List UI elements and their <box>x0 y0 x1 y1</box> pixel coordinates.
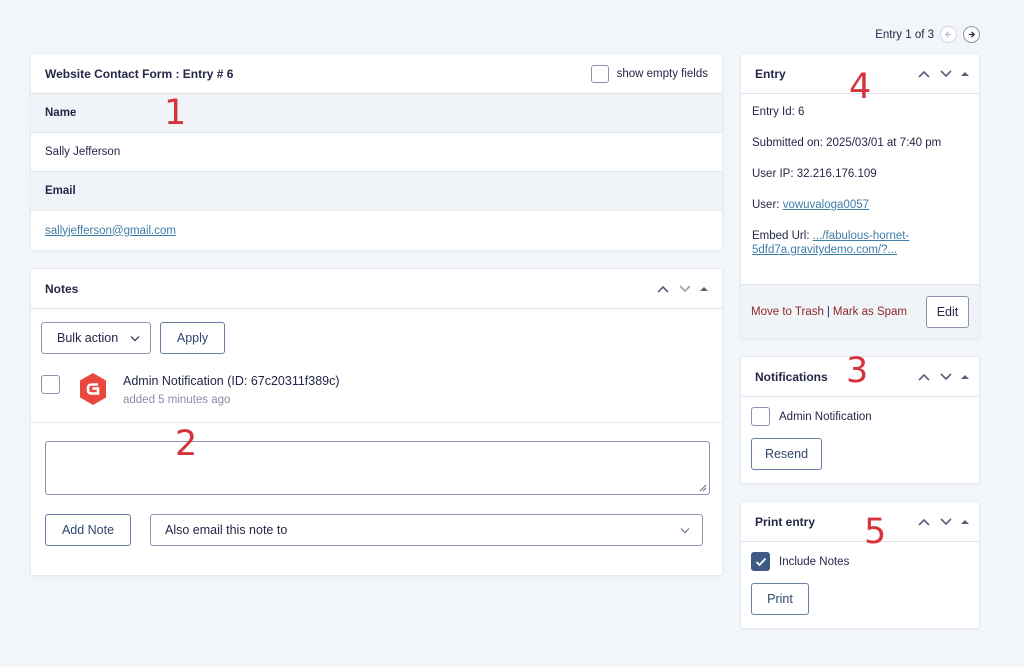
gravity-forms-logo-icon <box>80 373 106 405</box>
user-ip: User IP: 32.216.176.109 <box>752 168 877 180</box>
embed-url-link-part-2[interactable]: 5dfd7a.gravitydemo.com/?... <box>752 244 897 256</box>
email-link[interactable]: sallyjefferson@gmail.com <box>45 225 176 237</box>
apply-button[interactable]: Apply <box>160 322 225 354</box>
caret-up-icon[interactable] <box>961 373 969 381</box>
bulk-action-label: Bulk action <box>57 331 119 345</box>
chevron-down-icon <box>680 527 690 533</box>
annotation-5: 5 <box>864 512 887 552</box>
entry-meta-body: Entry Id: 6 Submitted on: 2025/03/01 at … <box>741 94 979 257</box>
include-notes-label: Include Notes <box>779 555 850 568</box>
embed-url-label: Embed Url: <box>752 230 810 242</box>
pager-text: Entry 1 of 3 <box>875 28 934 41</box>
entry-meta-controls <box>917 69 969 79</box>
entry-meta-title: Entry <box>755 66 786 81</box>
print-entry-header: Print entry <box>741 502 979 542</box>
entry-pager: Entry 1 of 3 <box>875 26 980 43</box>
note-item: Admin Notification (ID: 67c20311f389c) a… <box>41 372 340 406</box>
field-label-email: Email <box>31 172 722 211</box>
resend-button[interactable]: Resend <box>751 438 822 470</box>
admin-notification-option[interactable]: Admin Notification <box>741 407 979 426</box>
notifications-title: Notifications <box>755 369 828 384</box>
chevron-up-icon[interactable] <box>656 284 670 294</box>
entry-detail-title: Website Contact Form : Entry # 6 <box>45 66 234 81</box>
admin-notification-checkbox[interactable] <box>751 407 770 426</box>
print-entry-title: Print entry <box>755 514 816 529</box>
chevron-down-icon <box>130 335 140 341</box>
print-button[interactable]: Print <box>751 583 809 615</box>
move-to-trash-link[interactable]: Move to Trash <box>751 306 824 318</box>
edit-entry-button[interactable]: Edit <box>926 295 969 328</box>
notes-header: Notes <box>31 269 722 309</box>
show-empty-fields-toggle[interactable]: show empty fields <box>590 64 708 83</box>
entry-meta-footer: Move to Trash | Mark as Spam Edit <box>741 284 979 338</box>
chevron-down-icon[interactable] <box>939 517 953 527</box>
show-empty-fields-label: show empty fields <box>616 67 708 80</box>
admin-notification-label: Admin Notification <box>779 410 872 423</box>
note-content: Admin Notification (ID: 67c20311f389c) a… <box>123 372 340 406</box>
chevron-down-icon[interactable] <box>939 372 953 382</box>
chevron-down-icon[interactable] <box>939 69 953 79</box>
field-value-email-row: sallyjefferson@gmail.com <box>31 211 722 250</box>
bulk-action-row: Bulk action Apply <box>41 322 225 354</box>
caret-up-icon[interactable] <box>961 518 969 526</box>
field-label-name: Name <box>31 94 722 133</box>
next-entry-button[interactable] <box>963 26 980 43</box>
note-title: Admin Notification (ID: 67c20311f389c) <box>123 374 340 388</box>
annotation-4: 4 <box>849 67 872 107</box>
chevron-up-icon[interactable] <box>917 517 931 527</box>
print-entry-controls <box>917 517 969 527</box>
notes-card: Notes Bulk action Apply Admin Notificati… <box>30 268 723 576</box>
arrow-right-icon <box>968 31 976 38</box>
notes-panel-controls <box>656 284 708 294</box>
submitted-on: Submitted on: 2025/03/01 at 7:40 pm <box>752 137 942 149</box>
entry-id: Entry Id: 6 <box>752 106 805 118</box>
user-label: User: <box>752 199 780 211</box>
embed-url-row: Embed Url: .../fabulous-hornet- 5dfd7a.g… <box>752 229 968 257</box>
arrow-left-icon <box>944 31 952 38</box>
user-link[interactable]: vowuvaloga0057 <box>783 199 869 211</box>
previous-entry-button[interactable] <box>940 26 957 43</box>
entry-detail-header: Website Contact Form : Entry # 6 show em… <box>31 54 722 94</box>
resize-grip-icon[interactable] <box>699 484 707 492</box>
action-separator: | <box>826 305 830 318</box>
note-textarea[interactable] <box>45 441 710 495</box>
email-note-select[interactable]: Also email this note to <box>150 514 703 546</box>
annotation-3: 3 <box>846 351 869 391</box>
notes-divider <box>31 422 722 423</box>
field-value-name: Sally Jefferson <box>31 133 722 172</box>
chevron-up-icon[interactable] <box>917 69 931 79</box>
embed-url-link-part-1[interactable]: .../fabulous-hornet- <box>813 230 910 242</box>
annotation-1: 1 <box>164 93 187 133</box>
mark-as-spam-link[interactable]: Mark as Spam <box>833 306 907 318</box>
include-notes-option[interactable]: Include Notes <box>741 552 979 571</box>
caret-up-icon[interactable] <box>700 285 708 293</box>
print-entry-card: Print entry Include Notes Print <box>740 501 980 629</box>
bulk-action-select[interactable]: Bulk action <box>41 322 151 354</box>
note-meta: added 5 minutes ago <box>123 394 231 406</box>
entry-actions: Move to Trash | Mark as Spam <box>751 306 907 318</box>
entry-detail-card: Website Contact Form : Entry # 6 show em… <box>30 53 723 251</box>
show-empty-fields-checkbox[interactable] <box>590 64 609 83</box>
add-note-button[interactable]: Add Note <box>45 514 131 546</box>
checkmark-icon <box>755 557 766 566</box>
chevron-up-icon[interactable] <box>917 372 931 382</box>
user-row: User: vowuvaloga0057 <box>752 198 968 212</box>
note-checkbox[interactable] <box>41 375 60 394</box>
annotation-2: 2 <box>175 424 198 464</box>
notifications-controls <box>917 372 969 382</box>
notes-title: Notes <box>45 281 79 296</box>
caret-up-icon[interactable] <box>961 70 969 78</box>
email-note-select-label: Also email this note to <box>165 523 288 537</box>
include-notes-checkbox[interactable] <box>751 552 770 571</box>
chevron-down-icon[interactable] <box>678 284 692 294</box>
